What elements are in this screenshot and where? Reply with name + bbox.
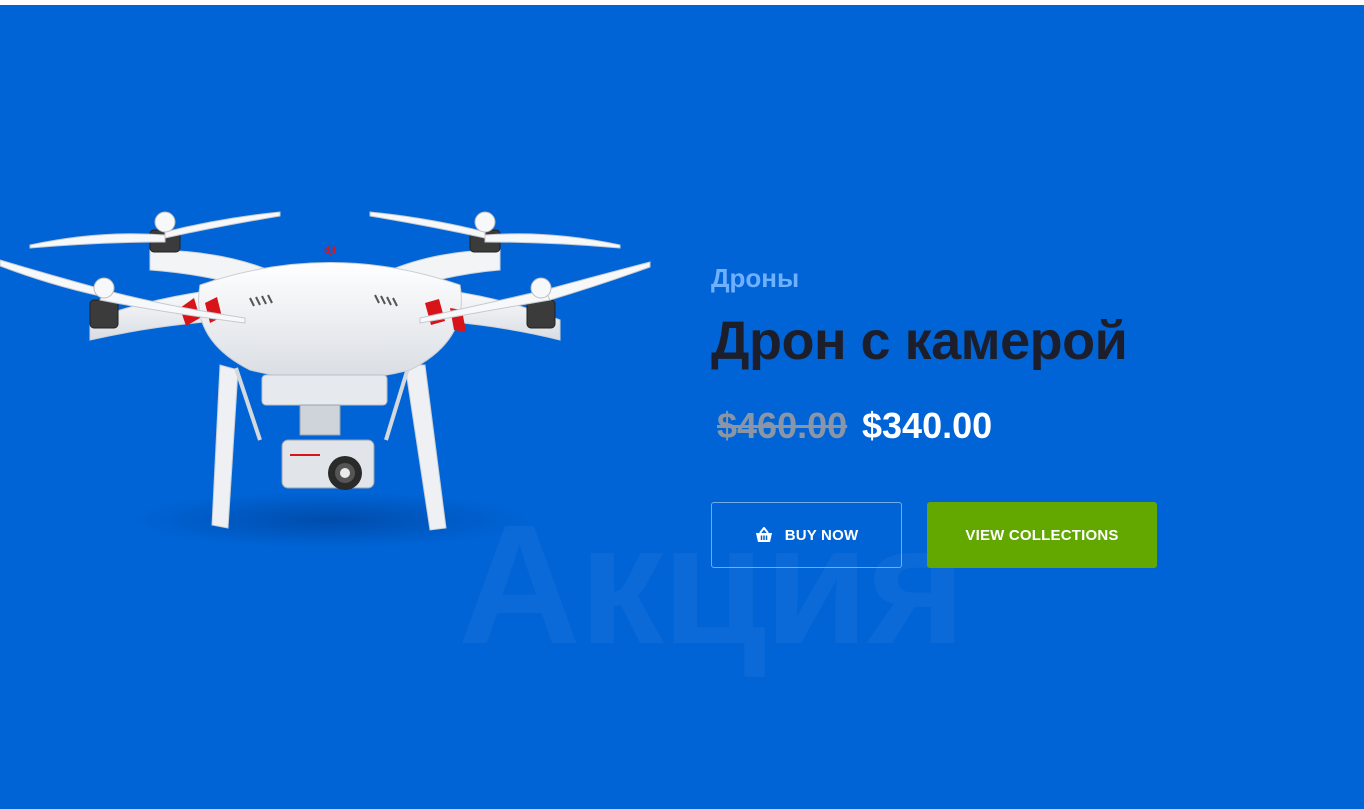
buy-now-label: BUY NOW <box>784 526 859 544</box>
view-collections-label: VIEW COLLECTIONS <box>965 526 1119 544</box>
product-image: dji <box>0 190 660 570</box>
basket-icon <box>755 527 773 543</box>
hero-slider: Акция <box>0 5 1364 809</box>
buy-now-button[interactable]: BUY NOW <box>711 502 902 568</box>
product-category[interactable]: Дроны <box>711 263 799 294</box>
current-price: $340.00 <box>862 405 993 446</box>
view-collections-button[interactable]: VIEW COLLECTIONS <box>927 502 1157 568</box>
drone-illustration: dji <box>0 211 651 548</box>
product-title: Дрон с камерой <box>711 311 1128 371</box>
drone-brand-logo: dji <box>324 245 336 256</box>
old-price: $460.00 <box>717 405 848 446</box>
